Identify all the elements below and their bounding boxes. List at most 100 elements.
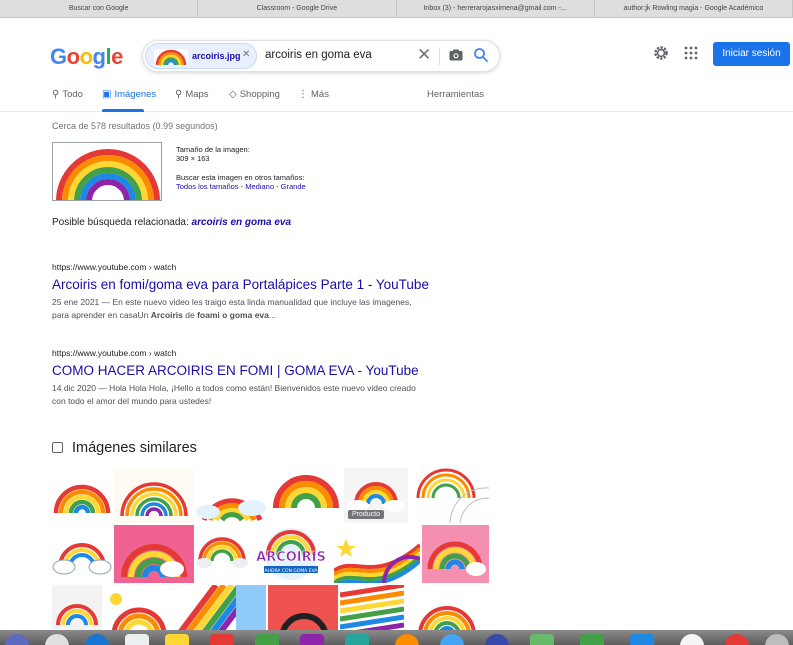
sign-in-button[interactable]: Iniciar sesión (713, 42, 790, 66)
query-image-thumbnail[interactable] (52, 142, 162, 201)
tab-label: Más (311, 89, 329, 100)
search-divider (439, 48, 440, 65)
similar-image-thumbnail[interactable] (52, 468, 112, 523)
image-size-label: Tamaño de la imagen: (176, 145, 250, 154)
search-result: https://www.youtube.com › watch COMO HAC… (52, 348, 472, 408)
image-size-value: 309 × 163 (176, 154, 210, 163)
rainbow-image-icon (53, 143, 161, 200)
dock-app-icon[interactable] (165, 634, 189, 645)
size-link-medium[interactable]: Mediano (245, 182, 274, 191)
result-url[interactable]: https://www.youtube.com › watch (52, 262, 472, 272)
similar-images-grid: Producto ARCOIRIS AHORA CON GOMA EVA (52, 468, 489, 638)
related-search-link[interactable]: arcoiris en goma eva (192, 217, 292, 228)
tab-maps[interactable]: ⚲ Maps (175, 89, 209, 100)
clear-search-icon[interactable]: ✕ (417, 45, 431, 65)
dock-app-icon[interactable] (725, 634, 749, 645)
dock-app-icon[interactable] (530, 634, 554, 645)
dock-app-icon[interactable] (45, 634, 69, 645)
size-link-large[interactable]: Grande (281, 182, 306, 191)
chip-close-icon[interactable]: ✕ (242, 49, 250, 60)
dock-app-icon[interactable] (485, 634, 509, 645)
similar-image-thumbnail[interactable]: ARCOIRIS AHORA CON GOMA EVA (250, 525, 332, 583)
chip-thumbnail (154, 49, 188, 65)
search-image-chip[interactable]: arcoiris.jpg ✕ (145, 43, 257, 69)
result-url[interactable]: https://www.youtube.com › watch (52, 348, 472, 358)
browser-tab-inbox[interactable]: Inbox (3) - herrerarojasximena@gmail.com… (397, 0, 595, 17)
image-icon (52, 442, 63, 453)
similar-image-thumbnail[interactable] (422, 525, 489, 583)
search-icon[interactable] (473, 47, 489, 63)
result-title[interactable]: COMO HACER ARCOIRIS EN FOMI | GOMA EVA -… (52, 363, 472, 378)
map-pin-icon: ⚲ (175, 89, 183, 100)
dock-app-icon[interactable] (765, 634, 789, 645)
related-search-label: Posible búsqueda relacionada: (52, 217, 192, 228)
related-search: Posible búsqueda relacionada: arcoiris e… (52, 217, 291, 228)
result-title[interactable]: Arcoiris en fomi/goma eva para Portalápi… (52, 277, 472, 292)
similar-image-thumbnail[interactable] (196, 468, 268, 523)
similar-image-thumbnail[interactable]: Producto (344, 468, 408, 523)
similar-image-thumbnail[interactable] (410, 468, 489, 523)
result-stats: Cerca de 578 resultados (0.99 segundos) (52, 121, 218, 131)
tab-shopping[interactable]: ◇ Shopping (229, 89, 280, 100)
dock-app-icon[interactable] (300, 634, 324, 645)
image-info: Tamaño de la imagen: 309 × 163 Buscar es… (176, 145, 306, 191)
snippet-bold: foami o goma eva (197, 310, 269, 320)
browser-tab-bar: Buscar con Google Classroom - Google Dri… (0, 0, 793, 18)
similar-image-thumbnail[interactable] (114, 525, 194, 583)
result-snippet: 14 dic 2020 — Hola Hola Hola, ¡Hello a t… (52, 382, 472, 408)
rainbow-craft-image-icon (422, 525, 489, 583)
snippet-text: para aprender en casaUn (52, 310, 151, 320)
camera-icon[interactable] (449, 49, 463, 61)
similar-image-thumbnail[interactable] (196, 525, 248, 583)
browser-tab-classroom[interactable]: Classroom - Google Drive (198, 0, 397, 17)
arcoiris-logo-image-icon: ARCOIRIS AHORA CON GOMA EVA (256, 528, 326, 580)
tab-mas[interactable]: ⋮ Más (298, 89, 329, 100)
browser-tab-google[interactable]: Buscar con Google (0, 0, 199, 17)
dock-app-icon[interactable] (395, 634, 419, 645)
snippet-text: con todo el amor del mundo para ustedes! (52, 396, 212, 406)
dock-app-icon[interactable] (580, 634, 604, 645)
search-header: Google arcoiris.jpg ✕ arcoiris en goma e… (0, 18, 793, 80)
dock-app-icon[interactable] (85, 634, 109, 645)
dock-app-icon[interactable] (630, 634, 654, 645)
search-input[interactable]: arcoiris en goma eva (265, 49, 372, 61)
tools-button[interactable]: Herramientas (427, 89, 484, 100)
dock-app-icon[interactable] (210, 634, 234, 645)
search-box[interactable]: arcoiris.jpg ✕ arcoiris en goma eva ✕ (142, 40, 500, 72)
rainbow-craft-image-icon (114, 525, 194, 583)
dock-app-icon[interactable] (125, 634, 149, 645)
logo-letter: G (50, 44, 67, 69)
browser-tab-academico[interactable]: author:jk Rowling magia - Google Académi… (595, 0, 793, 17)
more-icon: ⋮ (298, 89, 308, 100)
tab-imagenes[interactable]: ▣ Imágenes (102, 89, 156, 100)
google-logo[interactable]: Google (50, 44, 123, 70)
similar-image-thumbnail[interactable] (334, 525, 420, 583)
rainbow-thumbnail-icon (155, 49, 187, 65)
dock-app-icon[interactable] (345, 634, 369, 645)
google-apps-icon[interactable] (684, 46, 698, 60)
logo-letter: g (92, 44, 106, 69)
tab-todo[interactable]: ⚲ Todo (52, 89, 83, 100)
similar-image-thumbnail[interactable] (52, 525, 112, 583)
search-nav-tabs: ⚲ Todo ▣ Imágenes ⚲ Maps ◇ Shopping ⋮ Más Her… (0, 80, 793, 112)
dock-app-icon[interactable] (5, 634, 29, 645)
settings-gear-icon[interactable] (653, 45, 669, 61)
logo-letter: o (66, 44, 80, 69)
similar-image-thumbnail[interactable] (270, 468, 342, 523)
dock-app-icon[interactable] (440, 634, 464, 645)
tab-label: Shopping (239, 89, 280, 100)
similar-image-thumbnail[interactable] (114, 468, 194, 523)
rainbow-image-icon (53, 484, 111, 514)
rainbow-cloud-image-icon (196, 498, 266, 522)
tab-label: Imágenes (114, 89, 157, 100)
dock-app-icon[interactable] (680, 634, 704, 645)
rainbow-image-icon (273, 475, 339, 509)
similar-images-heading: Imágenes similares (52, 440, 197, 456)
dock-app-icon[interactable] (255, 634, 279, 645)
macos-dock (0, 630, 793, 645)
size-link-all[interactable]: Todos los tamaños (176, 182, 239, 191)
similar-images-title: Imágenes similares (72, 440, 197, 456)
search-icon: ⚲ (52, 89, 60, 100)
rainbow-outline-image-icon (416, 468, 489, 523)
result-snippet: 25 ene 2021 — En este nuevo video les tr… (52, 296, 472, 322)
